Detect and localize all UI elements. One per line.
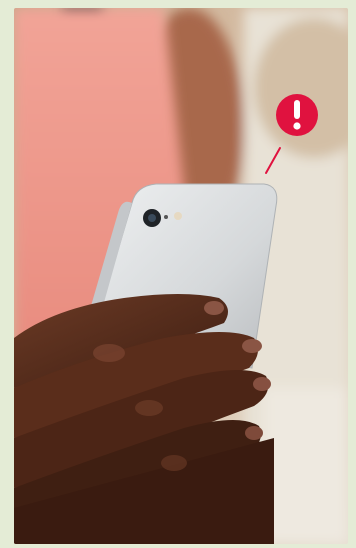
image-frame (0, 0, 356, 548)
photo (14, 8, 348, 544)
exclamation-icon (276, 94, 318, 136)
